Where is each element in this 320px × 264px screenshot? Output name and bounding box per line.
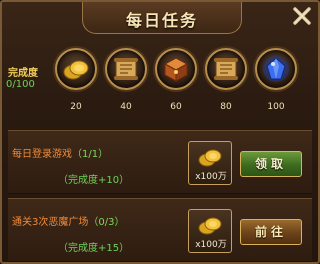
- treasure-chest-icon: [155, 48, 197, 90]
- milestone-reward-60[interactable]: 60: [154, 48, 198, 120]
- task-completion-bonus: （完成度+15）: [58, 243, 130, 254]
- task-count: （0/3）: [88, 217, 125, 228]
- treasure-scroll-icon: [205, 48, 247, 90]
- completion-label: 完成度: [8, 68, 38, 79]
- blue-gem-icon: [255, 48, 297, 90]
- milestone-points: 40: [120, 102, 132, 112]
- task-name: 通关3次恶魔广场: [12, 217, 89, 228]
- milestone-points: 100: [267, 102, 285, 112]
- claim-button[interactable]: 领取: [240, 151, 302, 177]
- task-count: （1/1）: [72, 149, 109, 160]
- task-name: 每日登录游戏: [12, 149, 72, 160]
- treasure-scroll-icon: [105, 48, 147, 90]
- milestone-reward-20[interactable]: 20: [54, 48, 98, 120]
- reward-quantity: x100万: [195, 240, 227, 250]
- task-reward-slot[interactable]: x100万: [188, 209, 232, 253]
- window-title: 每日任务: [125, 11, 198, 30]
- gold-coins-icon: [55, 48, 97, 90]
- task-row-demon-square: 通关3次恶魔广场（0/3） （完成度+15） x100万 前往: [8, 198, 312, 262]
- milestone-points: 60: [170, 102, 182, 112]
- daily-tasks-panel: 每日任务 完成度 0/100 20 40 60 80 100 每日登录游戏（1/…: [0, 0, 320, 264]
- milestone-reward-100[interactable]: 100: [254, 48, 298, 120]
- milestone-points: 80: [220, 102, 232, 112]
- milestone-rewards: 20 40 60 80 100: [52, 48, 302, 120]
- milestone-reward-40[interactable]: 40: [104, 48, 148, 120]
- task-reward-slot[interactable]: x100万: [188, 141, 232, 185]
- task-title: 通关3次恶魔广场（0/3）: [12, 213, 124, 228]
- task-row-daily-login: 每日登录游戏（1/1） （完成度+10） x100万 领取: [8, 130, 312, 194]
- task-title: 每日登录游戏（1/1）: [12, 145, 108, 160]
- completion-progress: 完成度 0/100 20 40 60 80 100: [2, 38, 318, 122]
- milestone-reward-80[interactable]: 80: [204, 48, 248, 120]
- title-bar: 每日任务: [82, 2, 242, 34]
- reward-quantity: x100万: [195, 172, 227, 182]
- close-icon: [293, 7, 311, 25]
- completion-value: 0/100: [6, 79, 35, 90]
- go-button[interactable]: 前往: [240, 219, 302, 245]
- close-button[interactable]: [290, 4, 314, 28]
- milestone-points: 20: [70, 102, 82, 112]
- task-completion-bonus: （完成度+10）: [58, 175, 130, 186]
